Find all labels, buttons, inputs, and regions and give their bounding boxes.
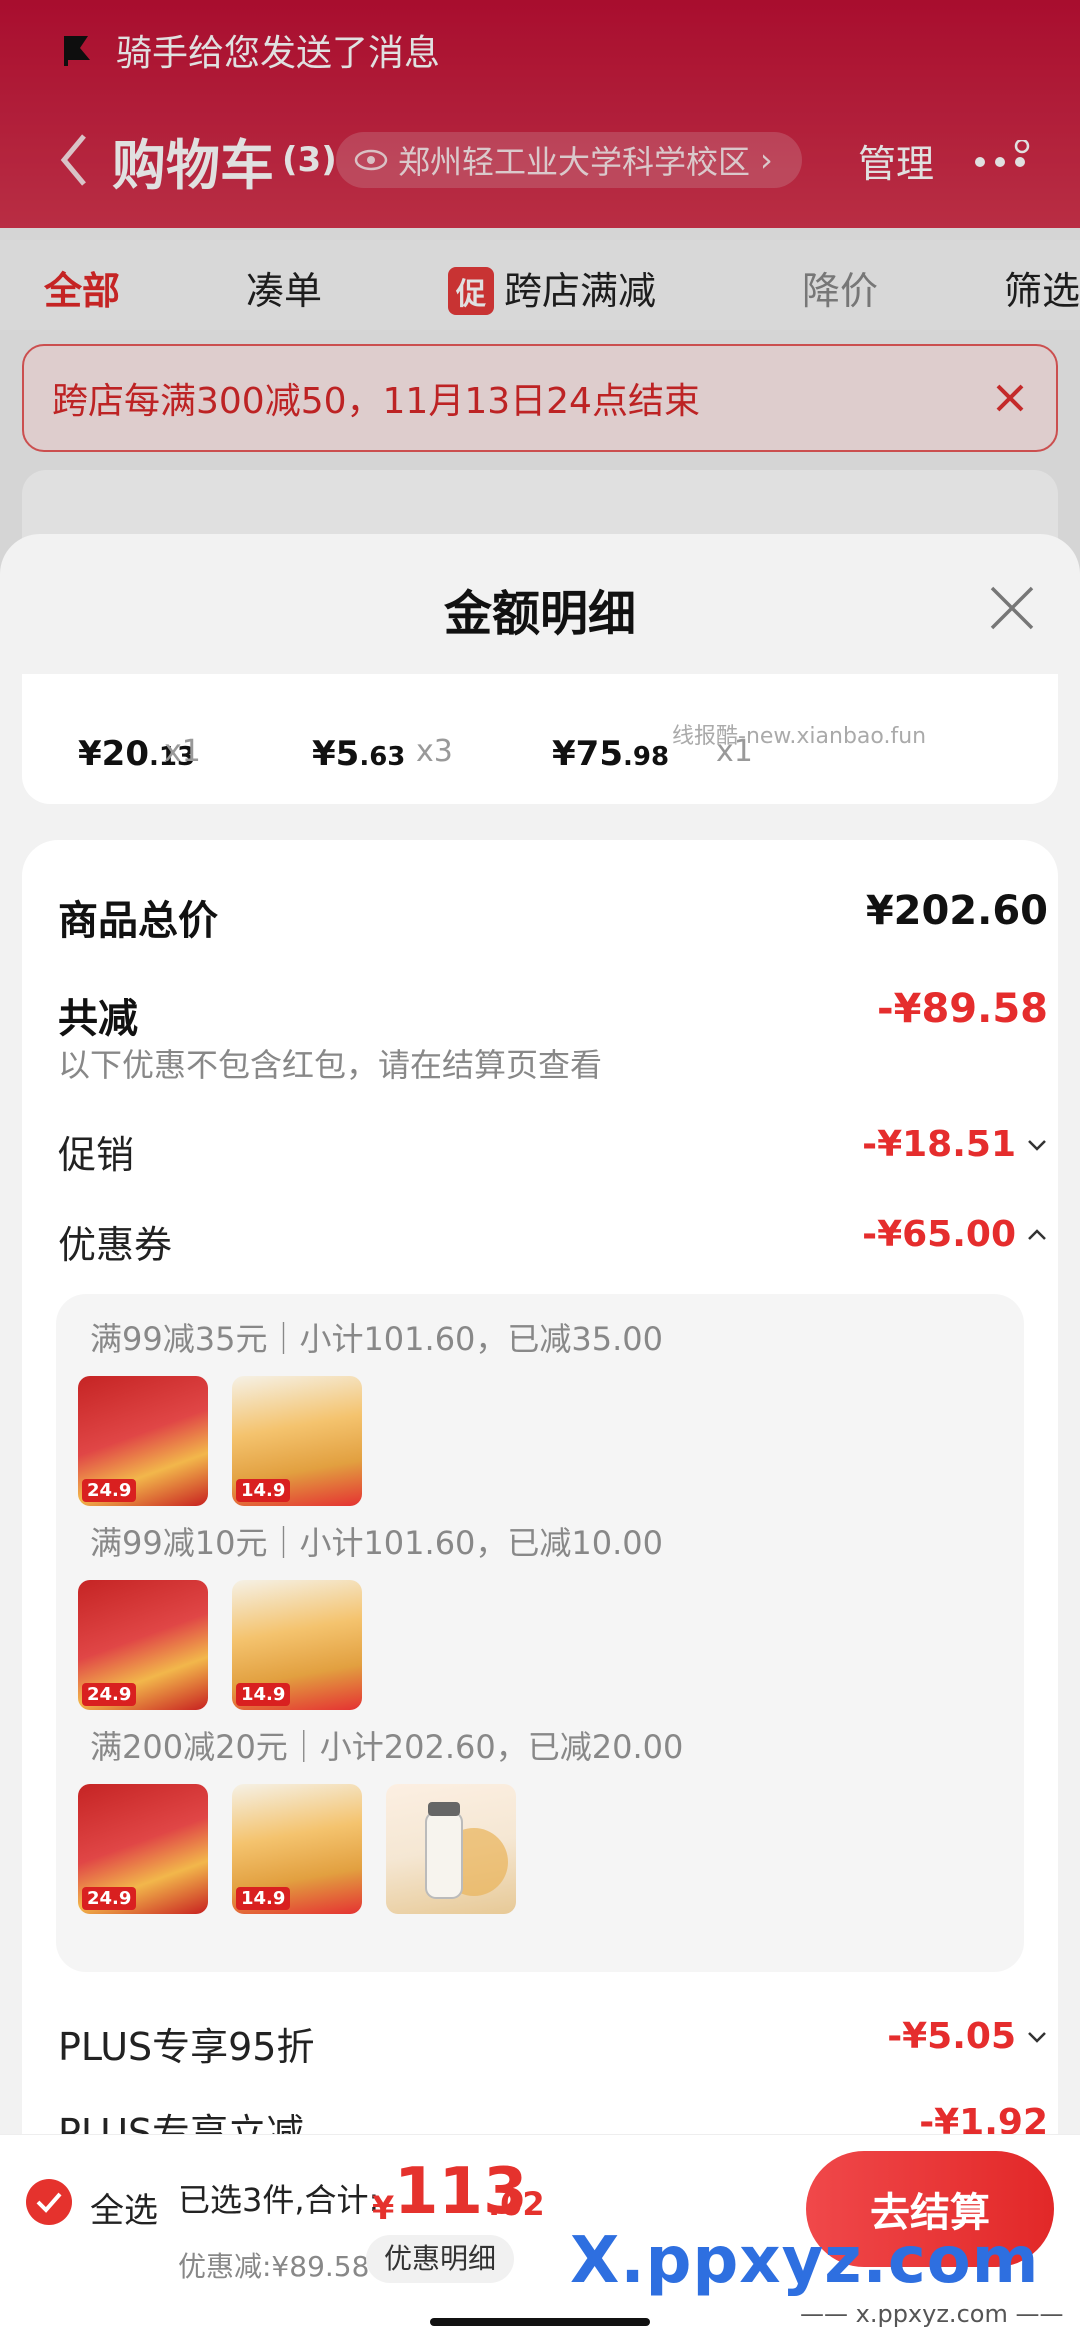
- thumb-price: 24.9: [82, 1683, 137, 1706]
- close-icon[interactable]: [988, 584, 1036, 632]
- watermark-text: 线报酷-new.xianbao.fun: [672, 724, 927, 749]
- thumb-price: 24.9: [82, 1887, 137, 1910]
- product-thumbnail[interactable]: 24.9: [78, 1376, 208, 1506]
- product-thumbnail[interactable]: 14.9: [232, 1580, 362, 1710]
- total-currency: ¥: [372, 2189, 395, 2227]
- goods-total-row: 商品总价 ¥202.60: [58, 888, 1048, 948]
- coupon-label: 优惠券: [58, 1223, 173, 1267]
- select-all-checkbox[interactable]: [26, 2179, 72, 2225]
- chevron-up-icon: [1028, 1228, 1046, 1240]
- thermos-icon: [425, 1802, 508, 1899]
- sheet-title: 金额明细: [443, 586, 636, 642]
- item-qty: x1: [164, 734, 201, 769]
- coupon-row[interactable]: 优惠券 -¥65.00: [58, 1214, 1048, 1270]
- discount-note: 以下优惠不包含红包，请在结算页查看: [58, 1046, 603, 1084]
- plus2-label: PLUS专享立减: [58, 2111, 305, 2134]
- promo-value: -¥18.51: [862, 1124, 1016, 1165]
- selection-summary: 已选3件,合计:: [178, 2181, 380, 2219]
- promo-row[interactable]: 促销 -¥18.51: [58, 1124, 1048, 1180]
- item-qty: x3: [416, 734, 453, 769]
- price-detail-card: 商品总价 ¥202.60 共减 -¥89.58 以下优惠不包含红包，请在结算页查…: [22, 840, 1058, 2134]
- goods-total-label: 商品总价: [58, 898, 218, 944]
- coupon-title: 满99减35元｜小计101.60，已减35.00: [90, 1320, 664, 1358]
- product-thumbnail[interactable]: 14.9: [232, 1376, 362, 1506]
- plus-discount-row[interactable]: PLUS专享95折 -¥5.05: [58, 2016, 1048, 2072]
- select-all-label[interactable]: 全选: [90, 2183, 158, 2232]
- thumb-price: 14.9: [236, 1479, 291, 1502]
- amount-detail-sheet: 金额明细 ¥20.13 x1 ¥5.63 x3 ¥75.98 x1 线报酷-ne…: [0, 534, 1080, 2134]
- total-decimal: .02: [488, 2185, 545, 2223]
- chevron-down-icon: [1028, 2031, 1046, 2043]
- thumb-price: 14.9: [236, 1887, 291, 1910]
- product-thumbnail[interactable]: 14.9: [232, 1784, 362, 1914]
- item-price: ¥5.63: [312, 734, 406, 774]
- plus-label: PLUS专享95折: [58, 2025, 315, 2069]
- discount-detail-button[interactable]: 优惠明细: [366, 2235, 515, 2283]
- coupon-title: 满99减10元｜小计101.60，已减10.00: [90, 1524, 664, 1562]
- discount-row: 共减 -¥89.58: [58, 986, 1048, 1046]
- product-thumbnail[interactable]: 24.9: [78, 1580, 208, 1710]
- saved-amount: 优惠减:¥89.58: [178, 2250, 370, 2283]
- product-thumbnail[interactable]: 24.9: [78, 1784, 208, 1914]
- chevron-down-icon: [1028, 1139, 1046, 1151]
- coupon-value: -¥65.00: [862, 1214, 1016, 1255]
- promo-label: 促销: [58, 1133, 135, 1177]
- discount-label: 共减: [58, 996, 138, 1042]
- plus-value: -¥5.05: [887, 2016, 1016, 2057]
- brand-watermark-sub: —— x.ppxyz.com ——: [800, 2300, 1064, 2328]
- thumb-price: 24.9: [82, 1479, 137, 1502]
- coupon-title: 满200减20元｜小计202.60，已减20.00: [90, 1728, 684, 1766]
- discount-value: -¥89.58: [877, 986, 1048, 1032]
- coupon-breakdown: 满99减35元｜小计101.60，已减35.00 24.9 14.9 满99减1…: [56, 1294, 1024, 1972]
- thumb-price: 14.9: [236, 1683, 291, 1706]
- home-indicator[interactable]: [430, 2318, 650, 2326]
- check-icon: [36, 2192, 62, 2213]
- goods-total-value: ¥202.60: [865, 888, 1048, 934]
- plus-instant-row[interactable]: PLUS专享立减 -¥1.92: [58, 2102, 1048, 2134]
- items-summary: ¥20.13 x1 ¥5.63 x3 ¥75.98 x1 线报酷-new.xia…: [22, 674, 1058, 804]
- plus2-value: -¥1.92: [919, 2102, 1048, 2134]
- item-price: ¥75.98: [552, 734, 670, 774]
- brand-watermark: X.ppxyz.com: [570, 2224, 1040, 2298]
- product-thumbnail-thermos[interactable]: [386, 1784, 516, 1914]
